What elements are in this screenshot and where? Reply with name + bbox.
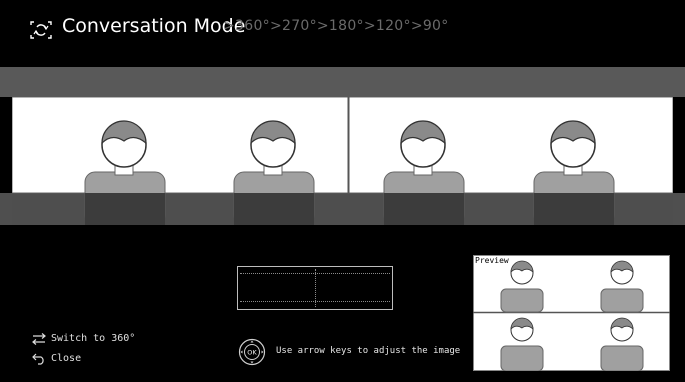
angle-option-120[interactable]: >120° xyxy=(364,18,411,34)
preview-label: Preview xyxy=(474,256,510,265)
switch-hint[interactable]: Switch to 360° xyxy=(51,333,135,344)
mode-title: Conversation Mode xyxy=(62,15,246,37)
angle-option-270[interactable]: >270° xyxy=(270,18,317,34)
angle-option-360[interactable]: >360° xyxy=(223,18,270,34)
arrow-keys-hint: Use arrow keys to adjust the image xyxy=(276,346,461,356)
panorama-top-bar xyxy=(0,67,685,97)
ok-dpad-icon: OK xyxy=(238,338,266,366)
preview-panel xyxy=(473,255,670,371)
header-bar: Conversation Mode >360°>270°>180°>120°>9… xyxy=(0,0,685,62)
swap-arrows-icon xyxy=(32,333,46,345)
close-hint[interactable]: Close xyxy=(51,353,81,364)
angle-option-180[interactable]: >180° xyxy=(317,18,364,34)
angle-options[interactable]: >360°>270°>180°>120°>90° xyxy=(223,18,449,34)
crop-guide-center xyxy=(315,269,316,307)
ok-badge: OK xyxy=(247,349,257,357)
angle-option-90[interactable]: >90° xyxy=(411,18,449,34)
panorama-view xyxy=(12,97,673,225)
return-arrow-icon xyxy=(32,353,44,365)
swap-cycle-icon xyxy=(30,21,52,39)
crop-frame[interactable] xyxy=(237,266,393,310)
